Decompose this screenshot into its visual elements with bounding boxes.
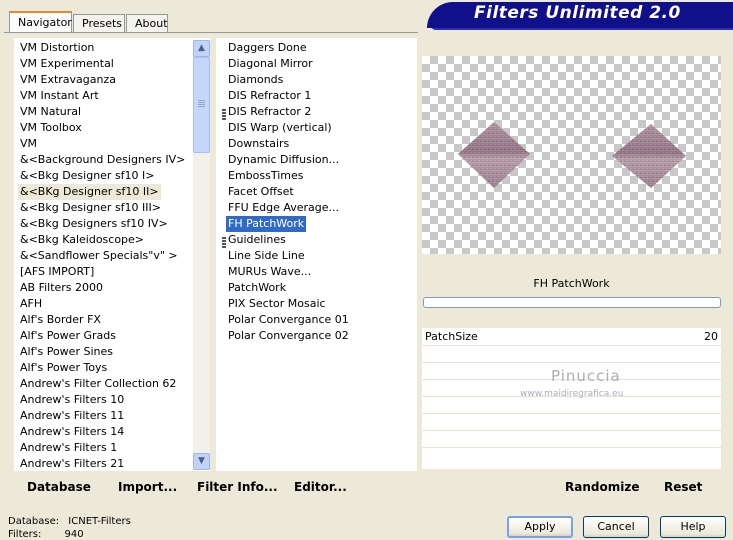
- filter-list-item[interactable]: Dynamic Diffusion...: [226, 152, 341, 168]
- import-button[interactable]: Import...: [118, 480, 177, 494]
- filter-list-item[interactable]: Diamonds: [226, 72, 285, 88]
- filter-list-item[interactable]: EmbossTimes: [226, 168, 306, 184]
- param-row-empty: [422, 430, 721, 448]
- database-button[interactable]: Database: [27, 480, 91, 494]
- category-list-item[interactable]: VM Instant Art: [18, 88, 101, 104]
- filters-count-label: Filters:: [8, 529, 42, 540]
- scroll-down-button[interactable]: ▼: [193, 453, 210, 470]
- param-row-empty: [422, 447, 721, 465]
- filters-count-status: Filters: 940: [8, 529, 84, 540]
- app-title: Filters Unlimited 2.0: [474, 3, 681, 23]
- filter-list-item[interactable]: PIX Sector Mosaic: [226, 296, 328, 312]
- filter-list-item[interactable]: DIS Warp (vertical): [226, 120, 334, 136]
- filter-list-item[interactable]: Downstairs: [226, 136, 291, 152]
- filter-list-item[interactable]: FFU Edge Average...: [226, 200, 341, 216]
- tab-strip-divider: [4, 32, 418, 33]
- param-row-empty: [422, 345, 721, 363]
- category-list-item[interactable]: VM Experimental: [18, 56, 116, 72]
- category-list-item[interactable]: Andrew's Filters 11: [18, 408, 126, 424]
- tab-navigator[interactable]: Navigator: [9, 11, 72, 33]
- category-list-item[interactable]: VM Toolbox: [18, 120, 84, 136]
- category-list-item[interactable]: AB Filters 2000: [18, 280, 105, 296]
- category-list-item[interactable]: &<Background Designers IV>: [18, 152, 187, 168]
- category-list-item[interactable]: &<Sandflower Specials"v" >: [18, 248, 180, 264]
- category-list-item[interactable]: VM Extravaganza: [18, 72, 118, 88]
- category-list-item[interactable]: Andrew's Filters 1: [18, 440, 119, 456]
- preview-canvas: [422, 56, 721, 254]
- apply-button[interactable]: Apply: [507, 516, 573, 538]
- category-list-item[interactable]: Andrew's Filter Collection 62: [18, 376, 178, 392]
- scroll-thumb[interactable]: [193, 57, 210, 153]
- category-list-item[interactable]: Alf's Border FX: [18, 312, 103, 328]
- filter-title: FH PatchWork: [422, 274, 721, 294]
- reset-button[interactable]: Reset: [664, 480, 702, 494]
- database-label: Database:: [8, 516, 60, 527]
- category-list-item[interactable]: &<BKg Designer sf10 II>: [18, 184, 161, 200]
- param-row-empty: [422, 413, 721, 431]
- category-list-item[interactable]: &<Bkg Designer sf10 I>: [18, 168, 157, 184]
- category-list[interactable]: VM Distortion VM Experimental VM Extravaga…: [14, 38, 210, 471]
- help-button[interactable]: Help: [660, 516, 726, 538]
- category-list-item[interactable]: &<Bkg Designer sf10 III>: [18, 200, 163, 216]
- category-list-item[interactable]: &<Bkg Kaleidoscope>: [18, 232, 146, 248]
- filter-list-item[interactable]: Polar Convergance 02: [226, 328, 351, 344]
- category-scrollbar[interactable]: ▲ ▼: [193, 40, 210, 470]
- filters-count-value: 940: [64, 529, 84, 540]
- patchwork-preview-image: [458, 122, 686, 188]
- filter-list-item[interactable]: Line Side Line: [226, 248, 307, 264]
- param-row-patchsize[interactable]: PatchSize 20: [422, 328, 721, 345]
- category-list-item[interactable]: [AFS IMPORT]: [18, 264, 96, 280]
- category-list-item[interactable]: AFH: [18, 296, 44, 312]
- watermark-name: Pinuccia: [551, 367, 621, 385]
- filter-list-item[interactable]: Diagonal Mirror: [226, 56, 315, 72]
- randomize-button[interactable]: Randomize: [565, 480, 639, 494]
- filter-list-item[interactable]: Daggers Done: [226, 40, 309, 56]
- filter-list[interactable]: Daggers Done Diagonal Mirror Diamonds DIS R…: [216, 38, 417, 471]
- category-list-item[interactable]: VM Natural: [18, 104, 83, 120]
- editor-button[interactable]: Editor...: [294, 480, 347, 494]
- filter-list-item[interactable]: DIS Refractor 1: [226, 88, 313, 104]
- param-label: PatchSize: [425, 330, 478, 343]
- drag-handle-icon: [222, 109, 226, 120]
- category-list-item[interactable]: Andrew's Filters 21: [18, 456, 126, 472]
- progress-bar: [423, 297, 721, 308]
- category-list-item[interactable]: Alf's Power Grads: [18, 328, 118, 344]
- filter-list-item[interactable]: PatchWork: [226, 280, 288, 296]
- filter-list-item[interactable]: DIS Refractor 2: [226, 104, 313, 120]
- filter-list-item[interactable]: FH PatchWork: [226, 216, 307, 232]
- filter-info-button[interactable]: Filter Info...: [197, 480, 278, 494]
- grip-icon: [198, 100, 205, 108]
- category-list-item[interactable]: VM: [18, 136, 39, 152]
- category-list-item[interactable]: Andrew's Filters 14: [18, 424, 126, 440]
- category-list-item[interactable]: Alf's Power Toys: [18, 360, 109, 376]
- cancel-button[interactable]: Cancel: [583, 516, 649, 538]
- filter-list-item[interactable]: Facet Offset: [226, 184, 296, 200]
- database-status: Database: ICNET-Filters: [8, 516, 131, 527]
- drag-handle-icon: [222, 237, 226, 248]
- category-list-item[interactable]: &<Bkg Designers sf10 IV>: [18, 216, 170, 232]
- filter-list-item[interactable]: MURUs Wave...: [226, 264, 313, 280]
- filter-list-item[interactable]: Polar Convergance 01: [226, 312, 351, 328]
- category-list-item[interactable]: Andrew's Filters 10: [18, 392, 126, 408]
- category-list-item[interactable]: Alf's Power Sines: [18, 344, 115, 360]
- param-value: 20: [704, 330, 718, 343]
- tab-about[interactable]: About: [126, 14, 168, 32]
- watermark-url: www.maidiregrafica.eu: [520, 389, 624, 399]
- filter-list-item[interactable]: Guidelines: [226, 232, 288, 248]
- tab-presets[interactable]: Presets: [73, 14, 125, 32]
- category-list-item[interactable]: VM Distortion: [18, 40, 96, 56]
- database-value: ICNET-Filters: [68, 516, 131, 527]
- scroll-up-button[interactable]: ▲: [193, 40, 210, 57]
